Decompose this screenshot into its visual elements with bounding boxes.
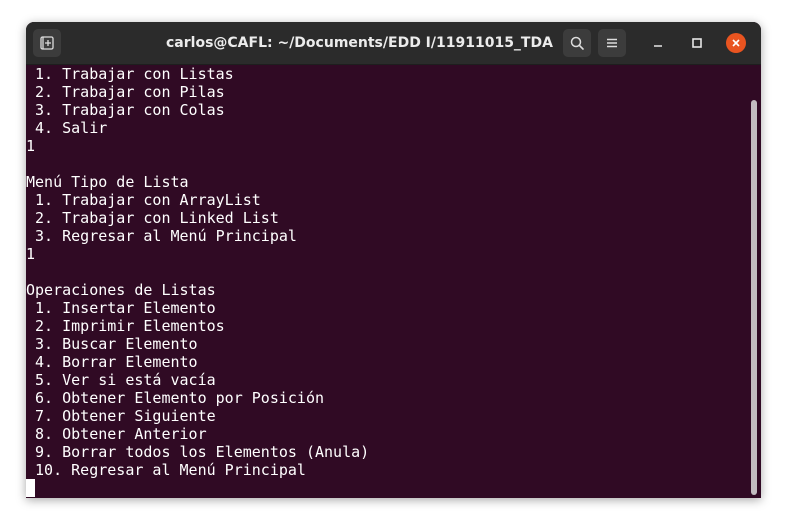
terminal-window: carlos@CAFL: ~/Documents/EDD I/11911015_… (26, 22, 761, 498)
terminal-line: 2. Trabajar con Linked List (26, 209, 279, 227)
terminal-line: 1 (26, 245, 36, 263)
terminal-line: 3. Trabajar con Colas (26, 101, 225, 119)
minimize-button[interactable] (648, 33, 668, 53)
new-tab-icon (39, 35, 55, 51)
terminal-line: 4. Borrar Elemento (26, 353, 198, 371)
terminal-line: 1. Trabajar con Listas (26, 65, 234, 83)
window-title: carlos@CAFL: ~/Documents/EDD I/11911015_… (166, 35, 553, 51)
terminal-output[interactable]: 1. Trabajar con Listas 2. Trabajar con P… (26, 65, 748, 498)
terminal-line: 3. Regresar al Menú Principal (26, 227, 297, 245)
prompt-line[interactable] (26, 479, 748, 497)
terminal-line: 3. Buscar Elemento (26, 335, 198, 353)
terminal-line: 2. Trabajar con Pilas (26, 83, 225, 101)
menu-button[interactable] (598, 29, 626, 57)
terminal-line: 10. Regresar al Menú Principal (26, 461, 306, 479)
maximize-icon (691, 37, 703, 49)
maximize-button[interactable] (687, 33, 707, 53)
close-icon (731, 38, 741, 48)
terminal-line: 4. Salir (26, 119, 108, 137)
terminal-line: Operaciones de Listas (26, 281, 216, 299)
terminal-line: 1. Trabajar con ArrayList (26, 191, 261, 209)
terminal-line: 1. Insertar Elemento (26, 299, 216, 317)
new-tab-button[interactable] (33, 29, 61, 57)
terminal-line: 6. Obtener Elemento por Posición (26, 389, 325, 407)
hamburger-menu-icon (604, 35, 620, 51)
terminal-line: 2. Imprimir Elementos (26, 317, 225, 335)
titlebar: carlos@CAFL: ~/Documents/EDD I/11911015_… (26, 22, 761, 65)
scrollbar-thumb[interactable] (751, 100, 757, 495)
search-icon (569, 35, 585, 51)
terminal-line: 5. Ver si está vacía (26, 371, 216, 389)
terminal-line: Menú Tipo de Lista (26, 173, 189, 191)
minimize-icon (652, 37, 664, 49)
terminal-line: 1 (26, 137, 36, 155)
search-button[interactable] (563, 29, 591, 57)
scrollbar[interactable] (748, 65, 761, 498)
terminal-line: 8. Obtener Anterior (26, 425, 207, 443)
terminal-line: 9. Borrar todos los Elementos (Anula) (26, 443, 370, 461)
terminal-line: 7. Obtener Siguiente (26, 407, 216, 425)
close-button[interactable] (726, 33, 746, 53)
text-cursor (26, 479, 35, 497)
